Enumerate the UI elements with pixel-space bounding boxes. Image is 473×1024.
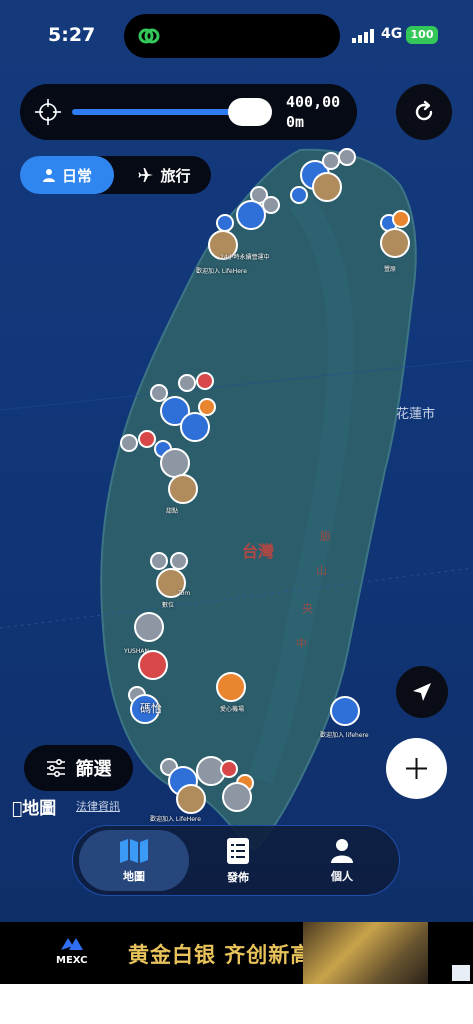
mountain-label: 中 <box>296 637 307 650</box>
pin-label: 愛心機場 <box>220 706 245 713</box>
tab-map-label: 地圖 <box>123 869 145 883</box>
tab-map[interactable]: 地圖 <box>79 830 189 891</box>
apple-logo-icon:  <box>12 799 22 819</box>
mode-travel-button[interactable]: 旅行 <box>118 156 211 194</box>
ad-brand-label: MEXC <box>56 955 88 966</box>
maps-brand-label: 地圖 <box>12 799 56 819</box>
refresh-icon <box>415 100 433 121</box>
map-pin[interactable] <box>220 760 238 778</box>
locate-me-button[interactable] <box>396 666 448 718</box>
ad-image <box>303 922 428 984</box>
mountain-label: 山 <box>316 564 327 577</box>
slider-track[interactable] <box>72 109 247 115</box>
pin-label: 甜點 <box>166 508 179 515</box>
post-icon <box>227 837 249 864</box>
slider-thumb[interactable] <box>228 98 272 126</box>
mode-toggle[interactable]: 日常 旅行 <box>20 156 211 194</box>
map-pin[interactable] <box>222 782 252 812</box>
pin-label: 24小時永續營運中 <box>220 254 270 261</box>
mountain-label: 脈 <box>320 530 331 543</box>
tab-bar: 地圖 發佈 個人 <box>72 825 400 896</box>
map-icon <box>120 838 148 863</box>
person-icon <box>42 169 55 182</box>
network-type: 4G <box>381 26 403 42</box>
region-label-taiwan: 台灣 <box>242 542 275 561</box>
pin-label: 歡迎加入 lifehere <box>320 732 369 739</box>
ad-headline: 黄金白银 齐创新高 <box>128 943 313 967</box>
filter-button[interactable]: 篩選 <box>24 745 133 791</box>
add-button[interactable] <box>386 738 447 799</box>
sliders-icon <box>46 759 65 777</box>
mode-travel-label: 旅行 <box>160 166 191 185</box>
map-pin[interactable] <box>168 474 198 504</box>
maps-attribution: 地圖 <box>12 794 56 819</box>
tab-post-label: 發佈 <box>227 870 249 884</box>
pin-label: 豐原 <box>384 266 397 273</box>
mexc-logo-icon <box>60 938 83 950</box>
battery-indicator: 100 <box>406 26 438 44</box>
adchoices-icon[interactable] <box>452 965 470 981</box>
map-pin[interactable] <box>338 148 356 166</box>
airplane-icon <box>138 168 154 182</box>
pin-label: 碼怡 <box>140 702 162 715</box>
link-app-icon <box>138 28 160 44</box>
signal-icon <box>352 29 374 43</box>
map-pin[interactable] <box>196 372 214 390</box>
map-pin[interactable] <box>330 696 360 726</box>
range-slider[interactable]: 400,000m <box>20 84 357 140</box>
filter-label: 篩選 <box>75 759 112 780</box>
person-icon <box>331 838 353 863</box>
map-pin[interactable] <box>176 784 206 814</box>
location-arrow-icon <box>413 683 431 701</box>
pin-label: 數位 <box>162 602 175 609</box>
pin-label: 歡迎加入 LifeHere <box>196 268 247 275</box>
range-value: 400,000m <box>286 93 341 131</box>
status-time: 5:27 <box>48 24 96 46</box>
pin-label: 歡迎加入 LifeHere <box>150 816 201 823</box>
map-pin[interactable] <box>216 672 246 702</box>
crosshair-icon <box>35 99 61 125</box>
pin-label: Tom <box>178 590 191 597</box>
map-pin[interactable] <box>138 650 168 680</box>
tab-profile-label: 個人 <box>331 869 353 883</box>
map-pin[interactable] <box>150 552 168 570</box>
ad-banner[interactable]: MEXC 黄金白银 齐创新高 <box>0 922 473 984</box>
tab-post[interactable]: 發佈 <box>183 830 293 891</box>
home-indicator-area <box>0 984 473 1024</box>
legal-link[interactable]: 法律資訊 <box>76 798 120 814</box>
map-pin[interactable] <box>392 210 410 228</box>
mode-daily-button[interactable]: 日常 <box>20 156 114 194</box>
city-label-hualien: 花蓮市 <box>396 407 436 422</box>
map-pin[interactable] <box>134 612 164 642</box>
plus-icon <box>406 758 427 779</box>
mountain-label: 央 <box>302 602 313 615</box>
status-bar: 5:27 4G 100 <box>0 0 473 70</box>
map-pin[interactable] <box>262 196 280 214</box>
mode-daily-label: 日常 <box>61 166 92 185</box>
map-pin[interactable] <box>138 430 156 448</box>
map-pin[interactable] <box>180 412 210 442</box>
map-pin[interactable] <box>312 172 342 202</box>
map-pin[interactable] <box>380 228 410 258</box>
dynamic-island <box>124 14 340 58</box>
map-pin[interactable] <box>290 186 308 204</box>
tab-profile[interactable]: 個人 <box>287 830 397 891</box>
map-pin[interactable] <box>120 434 138 452</box>
ad-brand: MEXC <box>56 936 87 966</box>
map-pin[interactable] <box>178 374 196 392</box>
refresh-button[interactable] <box>396 84 452 140</box>
